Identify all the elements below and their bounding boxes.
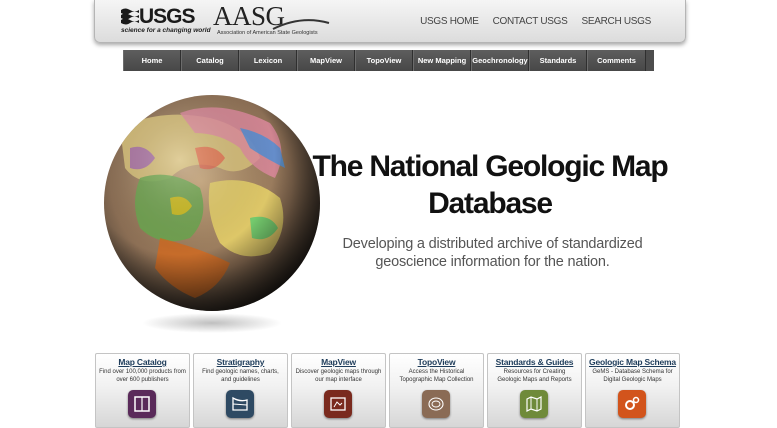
usgs-home-link[interactable]: USGS HOME [420, 16, 479, 27]
card-title[interactable]: MapView [292, 357, 385, 367]
card-description: GeMS - Database Schema for Digital Geolo… [592, 369, 673, 383]
site-header: USGS science for a changing world AASG A… [94, 0, 686, 43]
nav-geochronology[interactable]: Geochronology [471, 50, 529, 71]
page-subtitle: Developing a distributed archive of stan… [342, 236, 643, 270]
usgs-logo-text: USGS [139, 5, 196, 28]
card-description: Access the Historical Topographic Map Co… [399, 369, 474, 383]
search-usgs-link[interactable]: SEARCH USGS [582, 16, 652, 27]
top-links: USGS HOME CONTACT USGS SEARCH USGS [420, 16, 651, 27]
nav-new-mapping[interactable]: New Mapping [413, 50, 471, 71]
page-title: The National Geologic Map Database [312, 150, 668, 220]
usgs-wave-icon [121, 8, 139, 25]
card-stratigraphy[interactable]: Stratigraphy Find geologic names, charts… [193, 353, 288, 428]
card-topoview[interactable]: TopoView Access the Historical Topograph… [389, 353, 484, 428]
nav-mapview[interactable]: MapView [297, 50, 355, 71]
card-geologic-map-schema[interactable]: Geologic Map Schema GeMS - Database Sche… [585, 353, 680, 428]
main-nav: Home Catalog Lexicon MapView TopoView Ne… [123, 50, 654, 71]
card-title[interactable]: TopoView [390, 357, 483, 367]
nav-lexicon[interactable]: Lexicon [239, 50, 297, 71]
gears-icon[interactable] [618, 390, 646, 418]
strata-icon[interactable] [226, 390, 254, 418]
folded-map-icon[interactable] [520, 390, 548, 418]
nav-standards[interactable]: Standards [529, 50, 587, 71]
contact-usgs-link[interactable]: CONTACT USGS [493, 16, 568, 27]
card-description: Find over 100,000 products from over 600… [99, 369, 186, 383]
card-title[interactable]: Geologic Map Schema [586, 357, 679, 367]
aasg-swoosh-icon [272, 19, 330, 30]
card-standards-guides[interactable]: Standards & Guides Resources for Creatin… [487, 353, 582, 428]
nav-home[interactable]: Home [123, 50, 181, 71]
topo-icon[interactable] [422, 390, 450, 418]
aasg-logo[interactable]: AASG Association of American State Geolo… [213, 1, 333, 39]
book-icon[interactable] [128, 390, 156, 418]
card-title[interactable]: Standards & Guides [488, 357, 581, 367]
card-description: Discover geologic maps through our map i… [295, 369, 382, 383]
nav-topoview[interactable]: TopoView [355, 50, 413, 71]
geologic-globe-image [100, 88, 330, 338]
feature-cards: Map Catalog Find over 100,000 products f… [95, 353, 683, 428]
aasg-subtitle: Association of American State Geologists [217, 30, 318, 36]
card-description: Resources for Creating Geologic Maps and… [497, 369, 572, 383]
card-description: Find geologic names, charts, and guideli… [202, 369, 279, 383]
usgs-tagline: science for a changing world [121, 27, 211, 34]
map-window-icon[interactable] [324, 390, 352, 418]
card-mapview[interactable]: MapView Discover geologic maps through o… [291, 353, 386, 428]
usgs-logo[interactable]: USGS science for a changing world [121, 5, 211, 37]
card-map-catalog[interactable]: Map Catalog Find over 100,000 products f… [95, 353, 190, 428]
nav-catalog[interactable]: Catalog [181, 50, 239, 71]
card-title[interactable]: Stratigraphy [194, 357, 287, 367]
nav-comments[interactable]: Comments [587, 50, 646, 71]
card-title[interactable]: Map Catalog [96, 357, 189, 367]
